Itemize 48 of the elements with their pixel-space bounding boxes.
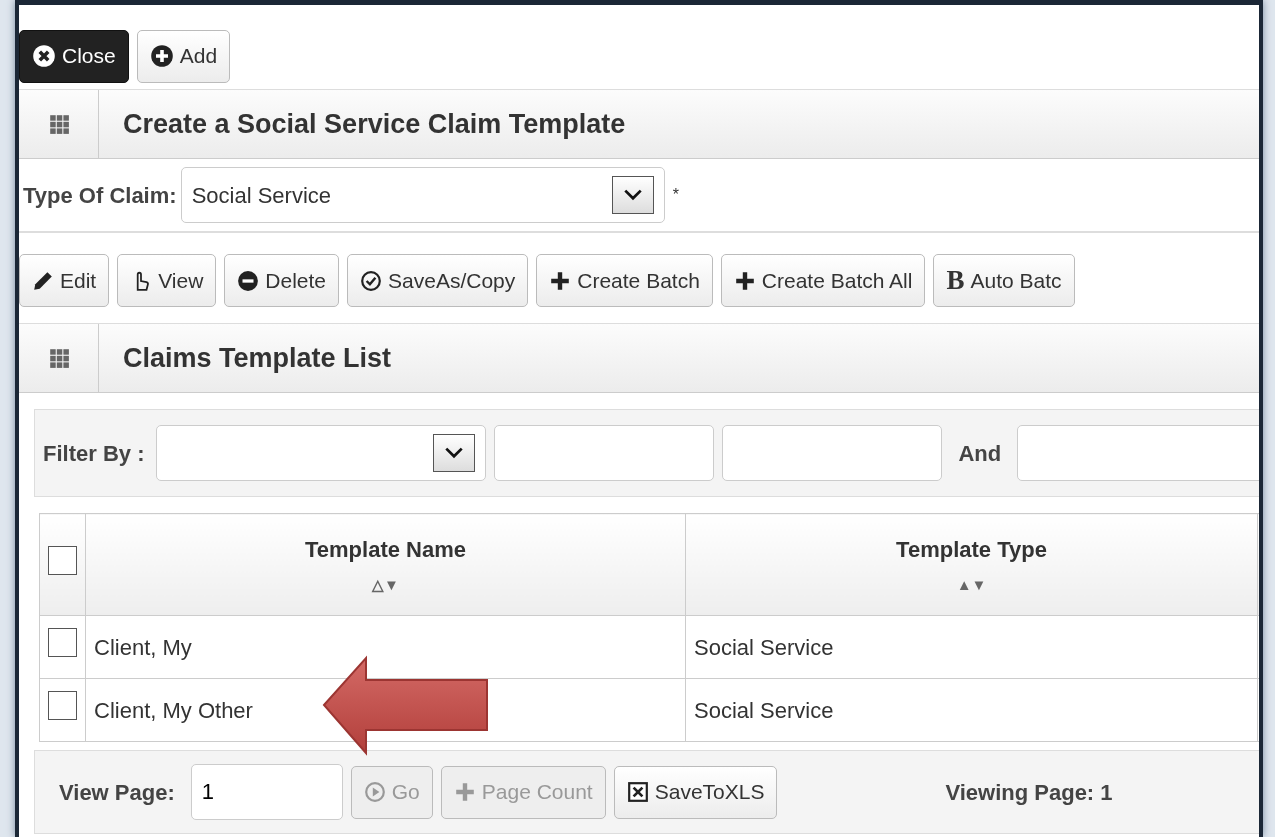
save-to-xls-button[interactable]: SaveToXLS [613, 765, 778, 819]
plus-icon [549, 269, 572, 292]
close-button[interactable]: Close [19, 29, 129, 83]
bold-icon: B [946, 260, 965, 301]
list-title: Claims Template List [122, 341, 392, 375]
plus-circle-icon [149, 44, 174, 68]
select-value: Social Service [191, 181, 331, 210]
minus-circle-icon [237, 269, 260, 292]
action-button[interactable]: View [117, 254, 217, 307]
dropdown-button[interactable] [611, 176, 654, 214]
filter-field[interactable] [722, 425, 943, 481]
play-circle-icon [363, 781, 386, 803]
table-cell: Social Service [685, 678, 1258, 742]
field-label: Type Of Claim: [23, 181, 177, 210]
action-button[interactable]: B Auto Batc [933, 254, 1075, 307]
and-label: And [958, 439, 1002, 468]
filter-field[interactable] [494, 425, 715, 481]
action-button[interactable]: Delete [224, 254, 340, 307]
action-button[interactable]: SaveAs/Copy [347, 254, 529, 307]
sort-arrows: ▲▼ [956, 574, 987, 595]
table-cell: Social Service [685, 615, 1258, 679]
action-button[interactable]: Create Batch All [720, 254, 926, 307]
add-button[interactable]: Add [136, 29, 231, 83]
action-button[interactable]: Create Batch [536, 254, 713, 307]
close-icon [32, 44, 56, 68]
plus-icon [453, 781, 476, 803]
column-header: Template Type [896, 535, 1047, 564]
sort-arrows: △▼ [372, 574, 399, 595]
action-button[interactable]: Edit [19, 254, 110, 307]
checkbox[interactable] [48, 545, 77, 575]
grid-icon [47, 113, 70, 135]
check-circle-icon [360, 269, 383, 292]
form-title: Create a Social Service Claim Template [122, 107, 626, 141]
page-label: View Page: [59, 778, 175, 807]
page-number-field[interactable]: 1 [190, 764, 343, 820]
pencil-icon [32, 269, 54, 292]
required-mark: * [672, 185, 679, 205]
filter-label: Filter By : [43, 439, 145, 468]
spreadsheet-icon [626, 781, 649, 803]
filter-field[interactable] [1017, 425, 1259, 481]
dropdown-button[interactable] [433, 434, 476, 472]
claim-type-select[interactable]: Social Service [180, 167, 665, 223]
checkbox[interactable] [48, 628, 77, 657]
plus-icon [733, 269, 756, 292]
checkbox[interactable] [48, 691, 77, 720]
page-status: Viewing Page: 1 [945, 778, 1113, 807]
column-header: Template Name [305, 535, 466, 564]
grid-icon [47, 347, 70, 369]
